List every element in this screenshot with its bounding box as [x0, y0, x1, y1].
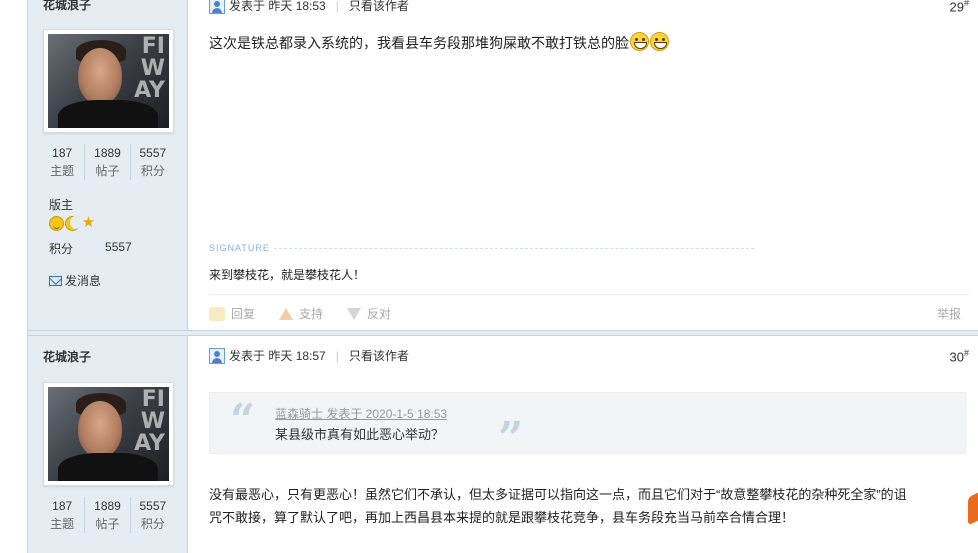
post-meta: 发表于 昨天 18:53 | 只看该作者: [209, 0, 409, 14]
post-29: 花城浪子 FI W AY 187 主题 1889 帖子 5557 积分 版主 ★…: [28, 0, 978, 332]
author-sidebar: 花城浪子 FI W AY 187 主题 1889 帖子: [28, 336, 188, 553]
avatar-bg-text: FI W AY: [134, 387, 165, 456]
user-icon: [209, 0, 225, 14]
quote-source-link[interactable]: 蓝森骑士 发表于 2020-1-5 18:53: [275, 405, 447, 422]
thumb-down-icon: [347, 307, 362, 320]
user-rank[interactable]: 版主: [49, 196, 73, 213]
stat-credits[interactable]: 5557 积分: [131, 497, 175, 533]
envelope-icon: [49, 275, 62, 286]
avatar[interactable]: FI W AY: [43, 382, 174, 486]
avatar-image: FI W AY: [48, 387, 169, 481]
user-icon: [209, 347, 225, 364]
sun-medal-icon: [49, 216, 64, 231]
medal-list: ★: [49, 214, 96, 231]
reply-icon: [209, 306, 225, 321]
avatar[interactable]: FI W AY: [43, 29, 174, 133]
action-divider: [209, 294, 969, 295]
stat-credits[interactable]: 5557 积分: [131, 144, 175, 180]
post-meta: 发表于 昨天 18:57 | 只看该作者: [209, 347, 409, 364]
avatar-image: FI W AY: [48, 34, 169, 128]
quote-block: “ 蓝森骑士 发表于 2020-1-5 18:53 某县级市真有如此恶心举动？ …: [209, 392, 966, 464]
floor-number[interactable]: 29#: [950, 0, 969, 14]
signature-text: 来到攀枝花，就是攀枝花人！: [209, 268, 366, 282]
credit-row: 积分 5557: [49, 240, 132, 256]
grin-emoji-icon: [650, 32, 669, 51]
floating-widget-icon[interactable]: [968, 492, 978, 526]
post-body: 没有最恶心，只有更恶心！虽然它们不承认，但太多证据可以指向这一点，而且它们对于“…: [209, 487, 907, 525]
post-body: 这次是铁总都录入系统的，我看县车务段那堆狗屎敢不敢打铁总的脸: [209, 31, 669, 55]
author-stats: 187 主题 1889 帖子 5557 积分: [40, 497, 175, 533]
stat-threads[interactable]: 187 主题: [40, 144, 86, 180]
quote-text: 某县级市真有如此恶心举动？: [275, 427, 445, 442]
grin-emoji-icon: [630, 32, 649, 51]
support-button[interactable]: 支持: [279, 305, 323, 322]
oppose-button[interactable]: 反对: [347, 305, 391, 322]
posted-time: 昨天 18:57: [268, 349, 326, 363]
post-content: 发表于 昨天 18:57 | 只看该作者 30# “ 蓝森骑士 发表于 2020…: [189, 336, 978, 553]
posted-prefix: 发表于: [229, 0, 266, 13]
author-stats: 187 主题 1889 帖子 5557 积分: [40, 144, 175, 180]
floor-number[interactable]: 30#: [950, 348, 969, 364]
send-message-link[interactable]: 发消息: [49, 272, 101, 289]
thumb-up-icon: [279, 307, 294, 320]
stat-posts[interactable]: 1889 帖子: [85, 144, 131, 180]
author-name[interactable]: 花城浪子: [43, 0, 91, 13]
author-only-link[interactable]: 只看该作者: [349, 347, 409, 364]
post-actions: 回复 支持 反对: [209, 305, 409, 322]
author-sidebar: 花城浪子 FI W AY 187 主题 1889 帖子: [28, 0, 188, 332]
open-quote-icon: “: [230, 395, 256, 446]
moon-medal-icon: [65, 216, 81, 231]
report-button[interactable]: 举报: [937, 305, 961, 322]
stat-threads[interactable]: 187 主题: [40, 497, 86, 533]
close-quote-icon: ”: [498, 413, 524, 464]
signature-divider: [274, 248, 754, 249]
post-30: 花城浪子 FI W AY 187 主题 1889 帖子 5557 积分 发表于 …: [28, 336, 978, 553]
stat-posts[interactable]: 1889 帖子: [85, 497, 131, 533]
posted-time: 昨天 18:53: [268, 0, 326, 13]
avatar-bg-text: FI W AY: [134, 34, 165, 103]
signature-label: SIGNATURE: [209, 243, 270, 253]
thread: 花城浪子 FI W AY 187 主题 1889 帖子 5557 积分 版主 ★…: [27, 0, 978, 553]
reply-button[interactable]: 回复: [209, 305, 255, 322]
author-only-link[interactable]: 只看该作者: [349, 0, 409, 14]
left-gutter: [0, 0, 27, 553]
author-name[interactable]: 花城浪子: [43, 348, 91, 365]
post-content: 发表于 昨天 18:53 | 只看该作者 29# 这次是铁总都录入系统的，我看县…: [189, 0, 978, 332]
star-medal-icon: ★: [81, 214, 96, 231]
posted-prefix: 发表于: [229, 349, 266, 363]
